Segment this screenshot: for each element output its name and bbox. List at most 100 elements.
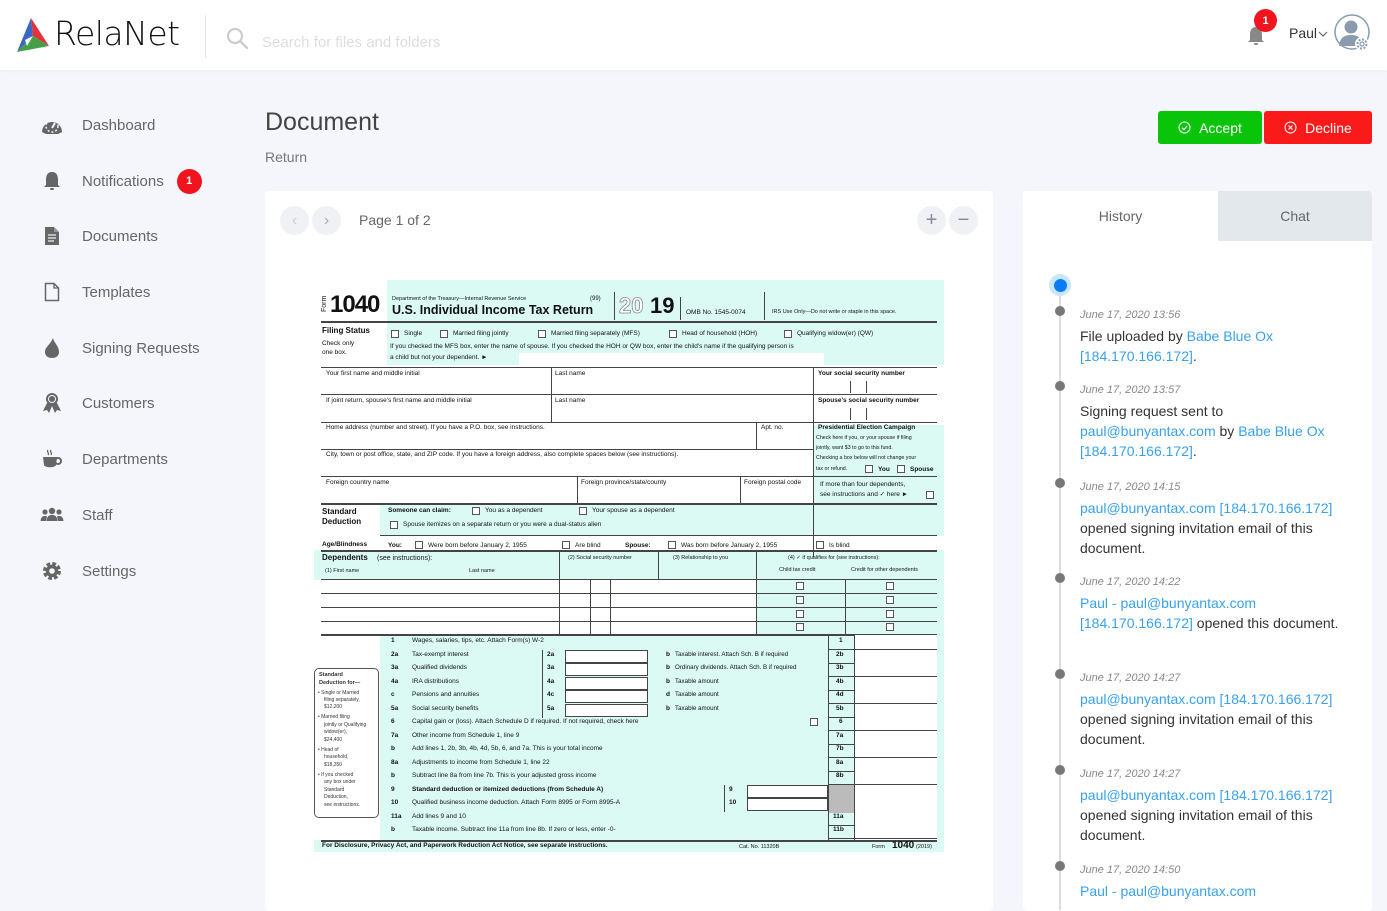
field-foreign-postal[interactable]: Foreign postal code xyxy=(744,479,801,487)
sidebar-item-staff[interactable]: Staff xyxy=(40,500,113,530)
tab-chat[interactable]: Chat xyxy=(1218,191,1372,241)
field-foreign-province[interactable]: Foreign province/state/county xyxy=(581,479,666,487)
cat-number: Cat. No. 11320B xyxy=(739,844,780,850)
dependents-label: Dependents xyxy=(322,553,368,562)
checkbox-you-dependent[interactable] xyxy=(472,507,480,515)
form-year: 19 xyxy=(650,293,675,318)
zoom-out-button[interactable]: − xyxy=(949,206,978,235)
field-first-name[interactable]: Your first name and middle initial xyxy=(326,370,420,378)
see-instructions: (see instructions): xyxy=(377,555,433,562)
history-link[interactable]: [184.170.166.172] xyxy=(1220,691,1333,707)
line-input-1[interactable] xyxy=(855,636,937,649)
history-link[interactable]: [184.170.166.172] xyxy=(1220,787,1333,803)
history-link[interactable]: paul@bunyantax.com xyxy=(1080,423,1216,439)
history-link[interactable]: Paul - paul@bunyantax.com xyxy=(1080,595,1256,611)
checkbox-capital-gain[interactable] xyxy=(810,718,818,726)
checkbox-spouse-born-before[interactable] xyxy=(668,541,676,549)
line-input-2a[interactable] xyxy=(565,649,648,663)
field-last-name[interactable]: Last name xyxy=(555,370,585,378)
sidebar-item-settings[interactable]: Settings xyxy=(40,556,136,586)
history-link[interactable]: Babe Blue Ox xyxy=(1187,328,1273,344)
sidebar-item-templates[interactable]: Templates xyxy=(40,277,150,307)
pec-you-label: You xyxy=(878,466,890,473)
checkbox-spouse-itemizes[interactable] xyxy=(390,521,398,529)
accept-button[interactable]: Accept xyxy=(1158,111,1262,144)
history-link[interactable]: Babe Blue Ox xyxy=(1238,423,1324,439)
line-input-4d[interactable] xyxy=(855,690,937,703)
history-link[interactable]: [184.170.166.172] xyxy=(1220,500,1333,516)
field-ssn[interactable]: Your social security number xyxy=(818,370,905,378)
line-input-10[interactable] xyxy=(747,798,828,811)
checkbox-you-born-before[interactable] xyxy=(415,541,423,549)
std-deduction-box-text: household, xyxy=(324,754,349,760)
decline-button[interactable]: Decline xyxy=(1264,111,1372,144)
checkbox-single[interactable] xyxy=(391,330,399,338)
checkbox-you-blind[interactable] xyxy=(562,541,570,549)
history-link[interactable]: [184.170.166.172] xyxy=(1080,348,1193,364)
chevron-down-icon[interactable] xyxy=(1318,29,1328,39)
checkbox-qw[interactable] xyxy=(784,330,792,338)
prev-page-button[interactable]: ‹ xyxy=(280,206,309,235)
line-input-5a[interactable] xyxy=(565,703,648,717)
sidebar-item-departments[interactable]: Departments xyxy=(40,444,168,474)
line-input-6[interactable] xyxy=(855,717,937,730)
checkbox-spouse-dependent[interactable] xyxy=(579,507,587,515)
next-page-button[interactable]: › xyxy=(312,206,341,235)
line-input-4c[interactable] xyxy=(565,690,648,703)
checkbox-hoh[interactable] xyxy=(669,330,677,338)
line-input-4b[interactable] xyxy=(855,676,937,690)
line-input-11a[interactable] xyxy=(855,811,937,825)
field-foreign-country[interactable]: Foreign country name xyxy=(326,479,389,487)
history-link[interactable]: [184.170.166.172] xyxy=(1080,443,1193,459)
line-input-7b[interactable] xyxy=(855,744,937,757)
app-logo[interactable]: RelaNet xyxy=(15,14,180,53)
line-input-11b[interactable] xyxy=(855,825,937,838)
field-apt[interactable]: Apt. no. xyxy=(761,424,783,432)
checkbox-pec-you[interactable] xyxy=(865,465,873,473)
field-city[interactable]: City, town or post office, state, and ZI… xyxy=(326,451,678,459)
line-input-4a[interactable] xyxy=(565,676,648,690)
checkbox-dep2-ctc[interactable] xyxy=(796,596,804,604)
history-link[interactable]: Paul - paul@bunyantax.com xyxy=(1080,883,1256,899)
history-link[interactable]: [184.170.166.172] xyxy=(1080,615,1193,631)
zoom-in-button[interactable]: + xyxy=(917,206,946,235)
checkbox-dep1-ctc[interactable] xyxy=(796,582,804,590)
checkbox-dep4-odc[interactable] xyxy=(886,623,894,631)
line-input-2b[interactable] xyxy=(855,649,937,663)
document-page: Form 1040 Department of the Treasury—Int… xyxy=(314,280,944,852)
checkbox-dep2-odc[interactable] xyxy=(886,596,894,604)
sidebar-item-signing-requests[interactable]: Signing Requests xyxy=(40,333,200,363)
sidebar-item-dashboard[interactable]: Dashboard xyxy=(40,110,155,140)
sidebar-item-customers[interactable]: Customers xyxy=(40,388,155,418)
tab-history[interactable]: History xyxy=(1023,191,1218,241)
field-spouse-first-name[interactable]: If joint return, spouse's first name and… xyxy=(326,397,472,405)
history-link[interactable]: paul@bunyantax.com xyxy=(1080,500,1216,516)
checkbox-dep1-odc[interactable] xyxy=(886,582,894,590)
line-input-3a[interactable] xyxy=(565,663,648,676)
field-spouse-last-name[interactable]: Last name xyxy=(555,397,585,405)
sidebar-item-documents[interactable]: Documents xyxy=(40,221,158,251)
checkbox-more-dependents[interactable] xyxy=(926,491,934,499)
checkbox-pec-spouse[interactable] xyxy=(897,465,905,473)
line-input-8a[interactable] xyxy=(855,757,937,771)
field-spouse-ssn[interactable]: Spouse's social security number xyxy=(818,397,919,405)
history-link[interactable]: paul@bunyantax.com xyxy=(1080,787,1216,803)
checkbox-dep3-odc[interactable] xyxy=(886,610,894,618)
checkbox-mfj[interactable] xyxy=(440,330,448,338)
sidebar-item-label: Dashboard xyxy=(82,116,156,134)
checkbox-dep4-ctc[interactable] xyxy=(796,623,804,631)
checkbox-mfs[interactable] xyxy=(538,330,546,338)
user-menu-name[interactable]: Paul xyxy=(1289,25,1317,41)
checkbox-spouse-blind[interactable] xyxy=(816,541,824,549)
checkbox-dep3-ctc[interactable] xyxy=(796,610,804,618)
search-input[interactable] xyxy=(262,28,662,56)
history-link[interactable]: paul@bunyantax.com xyxy=(1080,691,1216,707)
line-input-7a[interactable] xyxy=(855,730,937,744)
user-avatar[interactable] xyxy=(1334,14,1372,52)
line-input-5b[interactable] xyxy=(855,703,937,717)
field-home-address[interactable]: Home address (number and street). If you… xyxy=(326,424,545,432)
sidebar-item-notifications[interactable]: Notifications 1 xyxy=(40,166,202,196)
line-input-8b[interactable] xyxy=(855,771,937,784)
line-input-3b[interactable] xyxy=(855,663,937,676)
line-input-9[interactable] xyxy=(747,784,828,798)
